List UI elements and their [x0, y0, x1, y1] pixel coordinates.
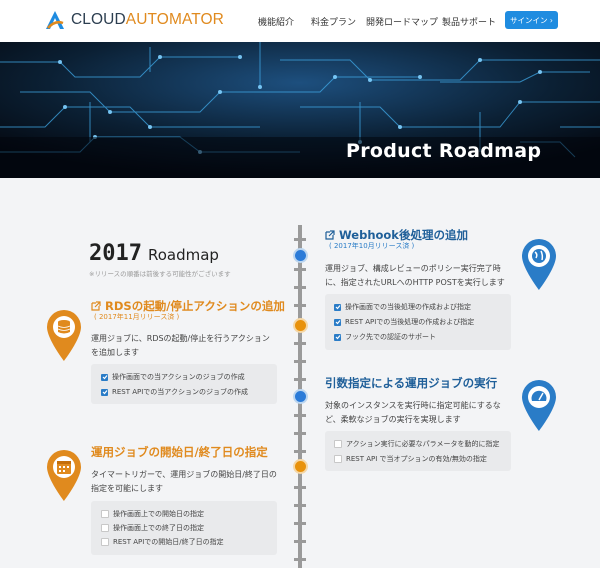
checklist-item: アクション実行に必要なパラメータを動的に指定 [334, 439, 499, 449]
checkbox-checked-icon [334, 318, 341, 326]
checklist-item: 操作画面での当後処理の作成および指定 [334, 302, 471, 312]
calendar-icon [47, 449, 81, 501]
checklist-item: REST APIでの当アクションのジョブの作成 [101, 387, 248, 397]
timeline-tick [294, 486, 306, 489]
checklist-item: REST APIでの開始日/終了日の指定 [101, 537, 224, 547]
checklist-item: REST API で当オプションの有効/無効の指定 [334, 454, 487, 464]
timeline-dot-args [293, 389, 308, 404]
checklist-item-label: REST APIでの当後処理の作成および指定 [345, 318, 475, 326]
timeline-tick [294, 522, 306, 525]
checklist-item-label: 操作画面上での開始日の指定 [113, 510, 204, 518]
signin-button[interactable]: サインイン › [505, 11, 558, 29]
logo[interactable]: CLOUDAUTOMATOR [44, 9, 224, 31]
timeline-tick [294, 414, 306, 417]
roadmap-year: 2017 [89, 241, 142, 266]
external-link-icon [325, 230, 335, 240]
logo-text: CLOUDAUTOMATOR [71, 11, 224, 29]
checklist-item: 操作画面上での開始日の指定 [101, 509, 204, 519]
timeline-dot-rds [293, 318, 308, 333]
feature-args-description: 対象のインスタンスを実行時に指定可能にするなど、柔軟なジョブの実行を実現します [325, 401, 501, 424]
timeline-tick [294, 342, 306, 345]
timeline-tick [294, 540, 306, 543]
timeline-tick [294, 450, 306, 453]
checkbox-checked-icon [101, 388, 108, 396]
feature-webhook-description: 運用ジョブ、構成レビューのポリシー実行完了時に、指定されたURLへのHTTP P… [325, 264, 505, 287]
timeline-tick [294, 504, 306, 507]
checkbox-unchecked-icon [101, 510, 109, 518]
nav-features[interactable]: 機能紹介 [258, 15, 294, 28]
checklist-item-label: アクション実行に必要なパラメータを動的に指定 [346, 440, 500, 448]
nav-support[interactable]: 製品サポート [442, 15, 496, 28]
feature-rds-release: ( 2017年11月リリース済 ) [94, 313, 180, 321]
logo-mark-icon [44, 9, 66, 31]
checklist-item-label: REST API で当オプションの有効/無効の指定 [346, 455, 487, 463]
checklist-item-label: 操作画面での当後処理の作成および指定 [345, 303, 471, 311]
checklist-item-label: フック先での認証のサポート [345, 333, 436, 341]
external-link-icon [91, 301, 101, 311]
checkbox-checked-icon [334, 333, 341, 341]
feature-args-title[interactable]: 引数指定による運用ジョブの実行 [325, 375, 497, 391]
nav-roadmap[interactable]: 開発ロードマップ [366, 15, 438, 28]
checklist-item-label: 操作画面での当アクションのジョブの作成 [112, 373, 245, 381]
checkbox-unchecked-icon [101, 524, 109, 532]
speedometer-icon [522, 379, 556, 431]
logo-text-automator: AUTOMATOR [125, 11, 224, 28]
logo-text-cloud: CLOUD [71, 11, 126, 28]
globe-icon [522, 238, 556, 290]
roadmap-year-heading: 2017 Roadmap [89, 241, 219, 266]
feature-schedule-description: タイマートリガーで、運用ジョブの開始日/終了日の指定を可能にします [91, 470, 277, 493]
checkbox-checked-icon [101, 373, 108, 381]
hero-title: Product Roadmap [346, 140, 542, 162]
checklist-item: REST APIでの当後処理の作成および指定 [334, 317, 474, 327]
feature-webhook-title-text: Webhook後処理の追加 [339, 228, 468, 242]
feature-rds-description: 運用ジョブに、RDSの起動/停止を行うアクションを追加します [91, 334, 270, 357]
checklist-item-label: REST APIでの当アクションのジョブの作成 [112, 388, 248, 396]
timeline-tick [294, 432, 306, 435]
timeline-dot-webhook [293, 248, 308, 263]
timeline-tick [294, 286, 306, 289]
checklist-item: フック先での認証のサポート [334, 332, 436, 342]
timeline-tick [294, 360, 306, 363]
checkbox-checked-icon [334, 303, 341, 311]
timeline-tick [294, 378, 306, 381]
timeline-tick [294, 558, 306, 561]
roadmap-heading: Roadmap [147, 246, 219, 264]
nav-pricing[interactable]: 料金プラン [311, 15, 356, 28]
database-icon [47, 309, 81, 361]
roadmap-note: ※リリースの順番は前後する可能性がございます [89, 270, 231, 278]
feature-webhook-release: ( 2017年10月リリース済 ) [329, 242, 415, 250]
timeline-tick [294, 268, 306, 271]
feature-rds-title-text: RDSの起動/停止アクションの追加 [105, 299, 285, 313]
feature-schedule-title[interactable]: 運用ジョブの開始日/終了日の指定 [91, 444, 268, 460]
checkbox-unchecked-icon [101, 538, 109, 546]
checkbox-unchecked-icon [334, 440, 342, 448]
checkbox-unchecked-icon [334, 455, 342, 463]
checklist-item-label: 操作画面上での終了日の指定 [113, 524, 204, 532]
timeline-tick [294, 238, 306, 241]
checklist-item-label: REST APIでの開始日/終了日の指定 [113, 538, 224, 546]
timeline-tick [294, 304, 306, 307]
checklist-item: 操作画面上での終了日の指定 [101, 523, 204, 533]
timeline-dot-schedule [293, 459, 308, 474]
feature-rds-checklist [91, 364, 277, 404]
feature-args-checklist [325, 431, 511, 471]
checklist-item: 操作画面での当アクションのジョブの作成 [101, 372, 245, 382]
site-header: CLOUDAUTOMATOR 機能紹介 料金プラン 開発ロードマップ 製品サポー… [0, 0, 600, 42]
